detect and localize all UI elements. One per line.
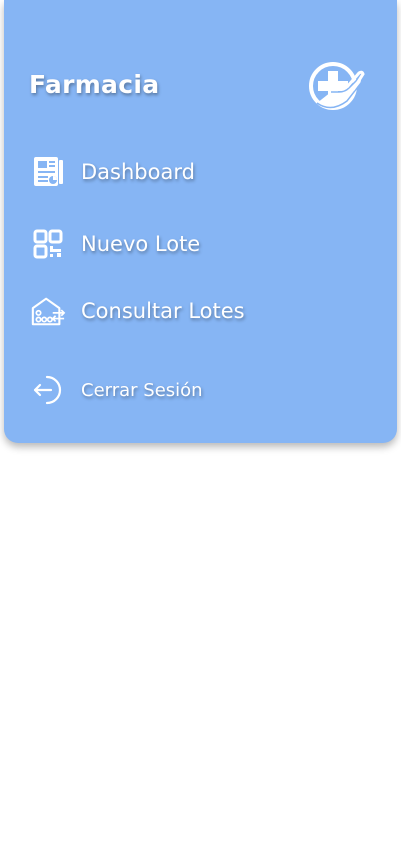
sidebar-item-dashboard[interactable]: Dashboard (30, 153, 195, 191)
sidebar-panel: Farmacia Dashboard Nuevo Lote Consultar … (4, 0, 397, 443)
qr-code-icon (30, 226, 66, 262)
logout-button[interactable]: Cerrar Sesión (30, 371, 203, 409)
warehouse-transfer-icon (30, 293, 66, 329)
dashboard-document-icon (30, 154, 66, 190)
sidebar-item-label: Consultar Lotes (81, 299, 245, 323)
pharmacy-cross-hand-icon (309, 62, 365, 110)
sidebar-item-consultar-lotes[interactable]: Consultar Lotes (30, 292, 245, 330)
logout-label: Cerrar Sesión (81, 379, 203, 401)
sidebar-item-label: Nuevo Lote (81, 232, 201, 256)
sidebar-item-label: Dashboard (81, 160, 195, 184)
logout-arrow-icon (30, 372, 66, 408)
brand-title: Farmacia (29, 70, 160, 99)
sidebar-item-nuevo-lote[interactable]: Nuevo Lote (30, 225, 200, 263)
